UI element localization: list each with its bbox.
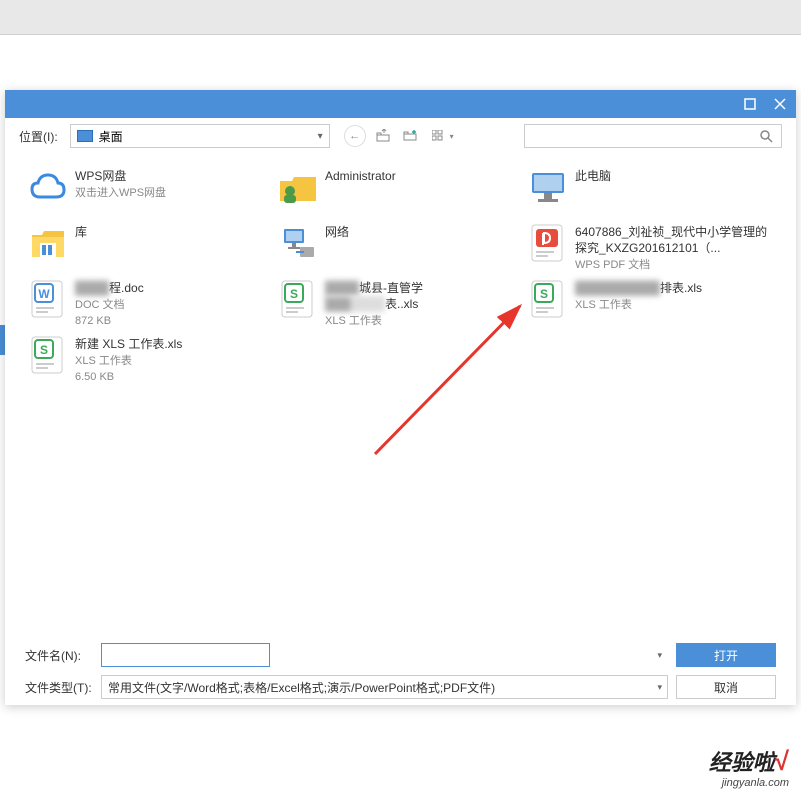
file-sub: DOC 文档 [75, 298, 269, 312]
location-dropdown[interactable]: 桌面 ▾ [70, 124, 330, 148]
location-label: 位置(I): [19, 128, 58, 145]
bottom-panel: 文件名(N): ▾ 打开 文件类型(T): 常用文件(文字/Word格式;表格/… [5, 635, 796, 705]
file-name: 库 [75, 224, 269, 240]
filename-label: 文件名(N): [25, 647, 93, 664]
file-name: ████城县-直管学 [325, 280, 519, 296]
file-sub: 双击进入WPS网盘 [75, 186, 269, 200]
filetype-label: 文件类型(T): [25, 679, 93, 696]
filename-input[interactable] [101, 643, 270, 667]
network-icon [277, 222, 319, 264]
file-name: 网络 [325, 224, 519, 240]
check-icon: √ [775, 746, 789, 776]
file-item-library[interactable]: 库 [23, 218, 273, 274]
file-sub: WPS PDF 文档 [575, 258, 769, 272]
back-button[interactable]: ← [344, 125, 366, 147]
file-list-area: WPS网盘 双击进入WPS网盘 Administrator 此电脑 [5, 154, 796, 614]
file-name: 此电脑 [575, 168, 769, 184]
location-value: 桌面 [99, 128, 123, 145]
filetype-row: 文件类型(T): 常用文件(文字/Word格式;表格/Excel格式;演示/Po… [25, 675, 776, 699]
file-name: ████程.doc [75, 280, 269, 296]
toolbar: 位置(I): 桌面 ▾ ← ▾ [5, 118, 796, 154]
svg-text:W: W [38, 287, 50, 301]
cancel-button[interactable]: 取消 [676, 675, 776, 699]
cloud-icon [27, 166, 69, 208]
nav-buttons: ← ▾ [344, 125, 458, 147]
file-name-2: ███表..xls [325, 296, 519, 312]
file-name: Administrator [325, 168, 519, 184]
library-icon [27, 222, 69, 264]
file-sub: XLS 工作表 [325, 314, 519, 328]
file-sub: XLS 工作表 [75, 354, 269, 368]
doc-icon: W [27, 278, 69, 320]
watermark: 经验啦√ jingyanla.com [709, 745, 789, 789]
file-item-wpscloud[interactable]: WPS网盘 双击进入WPS网盘 [23, 162, 273, 218]
file-name: WPS网盘 [75, 168, 269, 184]
close-button[interactable] [770, 94, 790, 114]
maximize-button[interactable] [740, 94, 760, 114]
open-button[interactable]: 打开 [676, 643, 776, 667]
svg-text:S: S [40, 343, 48, 357]
user-folder-icon [277, 166, 319, 208]
file-name: 新建 XLS 工作表.xls [75, 336, 269, 352]
pdf-icon [527, 222, 569, 264]
file-name: ██████████排表.xls [575, 280, 769, 296]
chevron-down-icon: ▾ [657, 650, 662, 661]
search-box [524, 124, 782, 148]
up-button[interactable] [372, 125, 394, 147]
file-item-pdf[interactable]: 6407886_刘祉祯_现代中小学管理的探究_KXZG201612101（...… [523, 218, 773, 274]
view-button[interactable]: ▾ [428, 125, 458, 147]
xls-icon: S [527, 278, 569, 320]
pc-icon [527, 166, 569, 208]
file-open-dialog: 位置(I): 桌面 ▾ ← ▾ [5, 90, 796, 705]
file-sub2: 872 KB [75, 314, 269, 328]
xls-icon: S [277, 278, 319, 320]
file-item-xls2[interactable]: S ██████████排表.xls XLS 工作表 [523, 274, 773, 330]
chevron-down-icon: ▾ [318, 131, 323, 142]
file-sub: XLS 工作表 [575, 298, 769, 312]
file-item-network[interactable]: 网络 [273, 218, 523, 274]
page-header-bg [0, 0, 801, 35]
svg-text:S: S [290, 287, 298, 301]
filename-row: 文件名(N): ▾ 打开 [25, 643, 776, 667]
file-item-newxls[interactable]: S 新建 XLS 工作表.xls XLS 工作表 6.50 KB [23, 330, 273, 386]
filetype-select[interactable]: 常用文件(文字/Word格式;表格/Excel格式;演示/PowerPoint格… [101, 675, 668, 699]
search-button[interactable] [751, 125, 781, 147]
xls-icon: S [27, 334, 69, 376]
titlebar [5, 90, 796, 118]
search-input[interactable] [525, 125, 751, 147]
desktop-icon [77, 130, 93, 142]
file-sub2: 6.50 KB [75, 370, 269, 384]
file-item-thispc[interactable]: 此电脑 [523, 162, 773, 218]
svg-text:S: S [540, 287, 548, 301]
newfolder-button[interactable] [400, 125, 422, 147]
file-item-doc[interactable]: W ████程.doc DOC 文档 872 KB [23, 274, 273, 330]
file-item-xls1[interactable]: S ████城县-直管学 ███表..xls XLS 工作表 [273, 274, 523, 330]
file-name: 6407886_刘祉祯_现代中小学管理的探究_KXZG201612101（... [575, 224, 769, 256]
file-item-admin[interactable]: Administrator [273, 162, 523, 218]
file-grid: WPS网盘 双击进入WPS网盘 Administrator 此电脑 [23, 162, 778, 386]
